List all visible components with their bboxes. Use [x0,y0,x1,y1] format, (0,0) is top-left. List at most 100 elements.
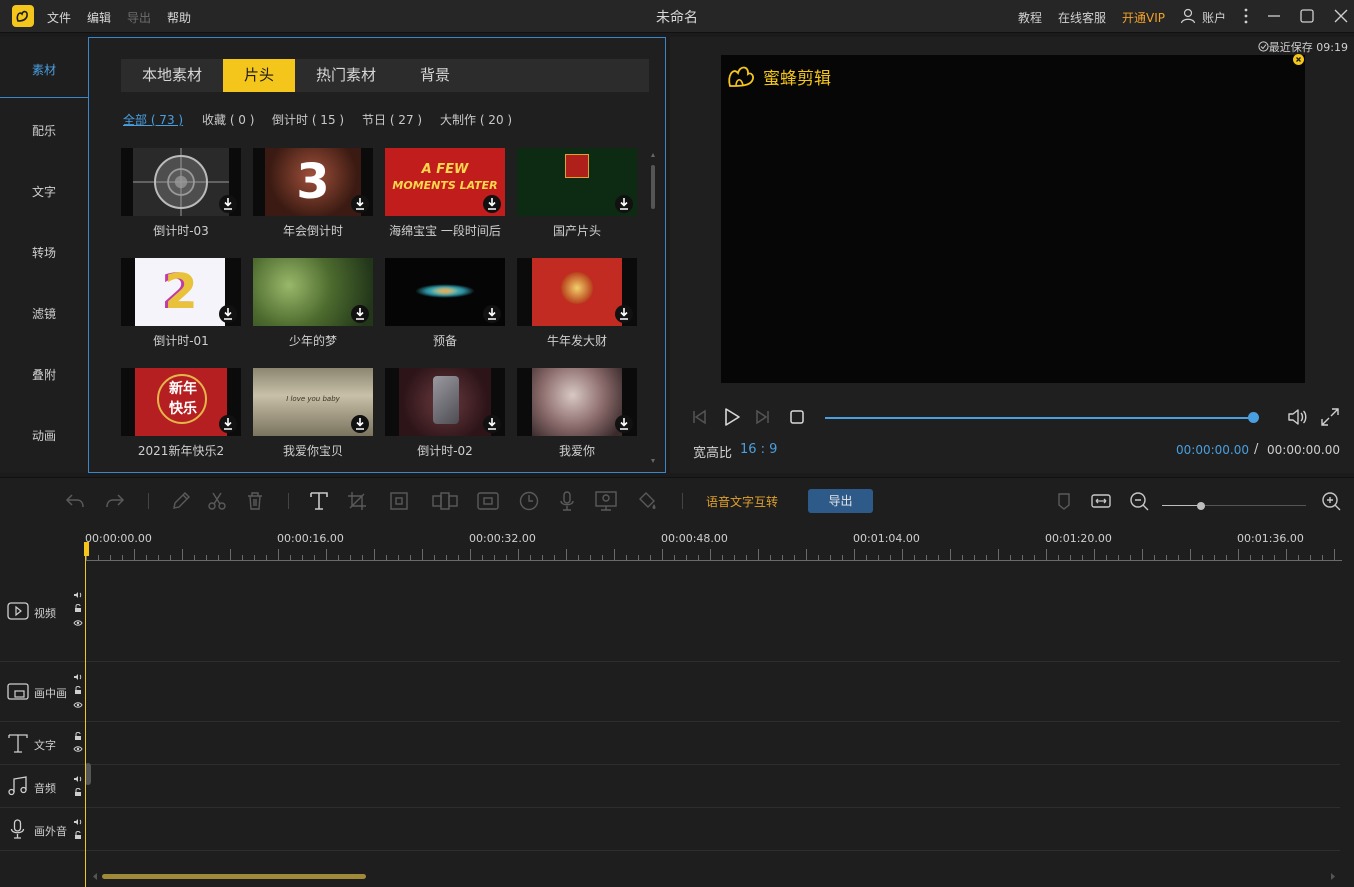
time-ruler[interactable]: 00:00:00.00 00:00:16.00 00:00:32.00 00:0… [0,523,1354,561]
redo-button[interactable] [104,490,126,512]
sidenav-item-transition[interactable]: 转场 [0,223,88,284]
download-button[interactable] [219,305,237,323]
next-frame-button[interactable] [754,407,772,430]
prev-frame-button[interactable] [690,407,708,430]
current-time: 00:00:00.00 [1176,443,1249,457]
minimize-button[interactable] [1263,6,1285,26]
speech-to-text-button[interactable]: 语音文字互转 [706,493,778,510]
record-voice-button[interactable] [556,490,578,512]
library-item[interactable]: 2 倒计时-01 [121,258,241,358]
menu-help[interactable]: 帮助 [167,9,191,26]
delete-button[interactable] [244,490,266,512]
tab-hot[interactable]: 热门素材 [295,59,397,92]
preview-panel: 最近保存 09:19 蜜蜂剪辑 宽高比 16 : 9 00:00:00.00 /… [670,37,1354,473]
sidenav-item-music[interactable]: 配乐 [0,101,88,162]
track-controls[interactable] [73,673,83,709]
library-item[interactable]: 少年的梦 [253,258,373,358]
fit-timeline-button[interactable] [1090,490,1112,512]
edit-button[interactable] [170,490,192,512]
filter-all[interactable]: 全部 ( 73 ) [123,111,183,128]
menu-edit[interactable]: 编辑 [87,9,111,26]
record-screen-button[interactable] [594,490,617,512]
aspect-ratio-value[interactable]: 16 : 9 [740,442,777,457]
add-text-button[interactable] [308,490,330,512]
playhead[interactable] [85,546,86,887]
playback-progress-bar[interactable] [825,417,1253,419]
support-link[interactable]: 在线客服 [1058,9,1106,26]
tutorial-link[interactable]: 教程 [1018,9,1042,26]
library-item[interactable]: 新年 快乐 2021新年快乐2 [121,368,241,468]
crop-button[interactable] [346,490,368,512]
vip-link[interactable]: 开通VIP [1122,9,1165,26]
download-button[interactable] [351,305,369,323]
sidenav-item-filter[interactable]: 滤镜 [0,284,88,345]
library-item[interactable]: I love you baby 我爱你宝贝 [253,368,373,468]
timeline-scrollbar-thumb[interactable] [102,874,366,879]
color-fill-button[interactable] [636,490,658,512]
library-item[interactable]: 3 年会倒计时 [253,148,373,248]
track-text[interactable]: 文字 [0,722,1340,765]
download-button[interactable] [615,305,633,323]
track-audio[interactable]: 音频 [0,765,1340,808]
preview-screen[interactable]: 蜜蜂剪辑 [721,54,1305,383]
maximize-button[interactable] [1296,6,1318,26]
library-item[interactable]: A FEW MOMENTS LATER 海绵宝宝 一段时间后 [385,148,505,248]
close-button[interactable] [1330,6,1352,26]
marker-button[interactable] [1054,490,1076,512]
track-controls[interactable] [73,591,83,627]
track-controls[interactable] [73,732,83,754]
download-button[interactable] [483,195,501,213]
speed-button[interactable] [518,490,540,512]
library-item[interactable]: 牛年发大财 [517,258,637,358]
undo-button[interactable] [64,490,86,512]
fullscreen-button[interactable] [1320,407,1340,430]
download-button[interactable] [483,305,501,323]
remove-watermark-button[interactable] [1293,54,1304,65]
download-button[interactable] [351,415,369,433]
library-item[interactable]: 我爱你 [517,368,637,468]
tab-intro[interactable]: 片头 [223,59,295,92]
tab-background[interactable]: 背景 [397,59,473,92]
zoom-slider-knob[interactable] [1197,502,1205,510]
sidenav-item-overlay[interactable]: 叠附 [0,345,88,406]
library-scrollbar-thumb[interactable] [651,165,655,209]
filter-blockbuster[interactable]: 大制作 ( 20 ) [440,111,512,128]
library-item[interactable]: 预备 [385,258,505,358]
sidenav-item-animation[interactable]: 动画 [0,406,88,467]
tab-local[interactable]: 本地素材 [121,59,223,92]
track-controls[interactable] [73,775,83,797]
export-button[interactable]: 导出 [808,489,873,513]
download-button[interactable] [351,195,369,213]
sidenav-item-text[interactable]: 文字 [0,162,88,223]
more-menu-button[interactable] [1235,6,1257,26]
frame-button[interactable] [476,490,499,512]
zoom-in-button[interactable] [1320,490,1342,512]
download-button[interactable] [219,415,237,433]
filter-festival[interactable]: 节日 ( 27 ) [362,111,422,128]
library-item[interactable]: 倒计时-02 [385,368,505,468]
filter-favorites[interactable]: 收藏 ( 0 ) [202,111,254,128]
split-button[interactable] [206,490,228,512]
track-video[interactable]: 视频 [0,561,1340,662]
playback-progress-knob[interactable] [1248,412,1259,423]
track-controls[interactable] [73,818,83,840]
zoom-out-button[interactable] [1128,490,1150,512]
volume-button[interactable] [1286,406,1308,431]
playhead-handle[interactable] [84,542,89,556]
menu-export[interactable]: 导出 [127,9,151,26]
menu-file[interactable]: 文件 [47,9,71,26]
mosaic-button[interactable] [430,490,460,512]
download-button[interactable] [615,195,633,213]
play-button[interactable] [722,407,742,430]
stop-button[interactable] [789,407,805,430]
sidenav-item-material[interactable]: 素材 [0,40,88,101]
track-pip[interactable]: 画中画 [0,662,1340,722]
download-button[interactable] [219,195,237,213]
download-button[interactable] [615,415,633,433]
library-item[interactable]: 国产片头 [517,148,637,248]
filter-countdown[interactable]: 倒计时 ( 15 ) [272,111,344,128]
download-button[interactable] [483,415,501,433]
track-voiceover[interactable]: 画外音 [0,808,1340,851]
resize-button[interactable] [388,490,410,512]
library-item[interactable]: 倒计时-03 [121,148,241,248]
